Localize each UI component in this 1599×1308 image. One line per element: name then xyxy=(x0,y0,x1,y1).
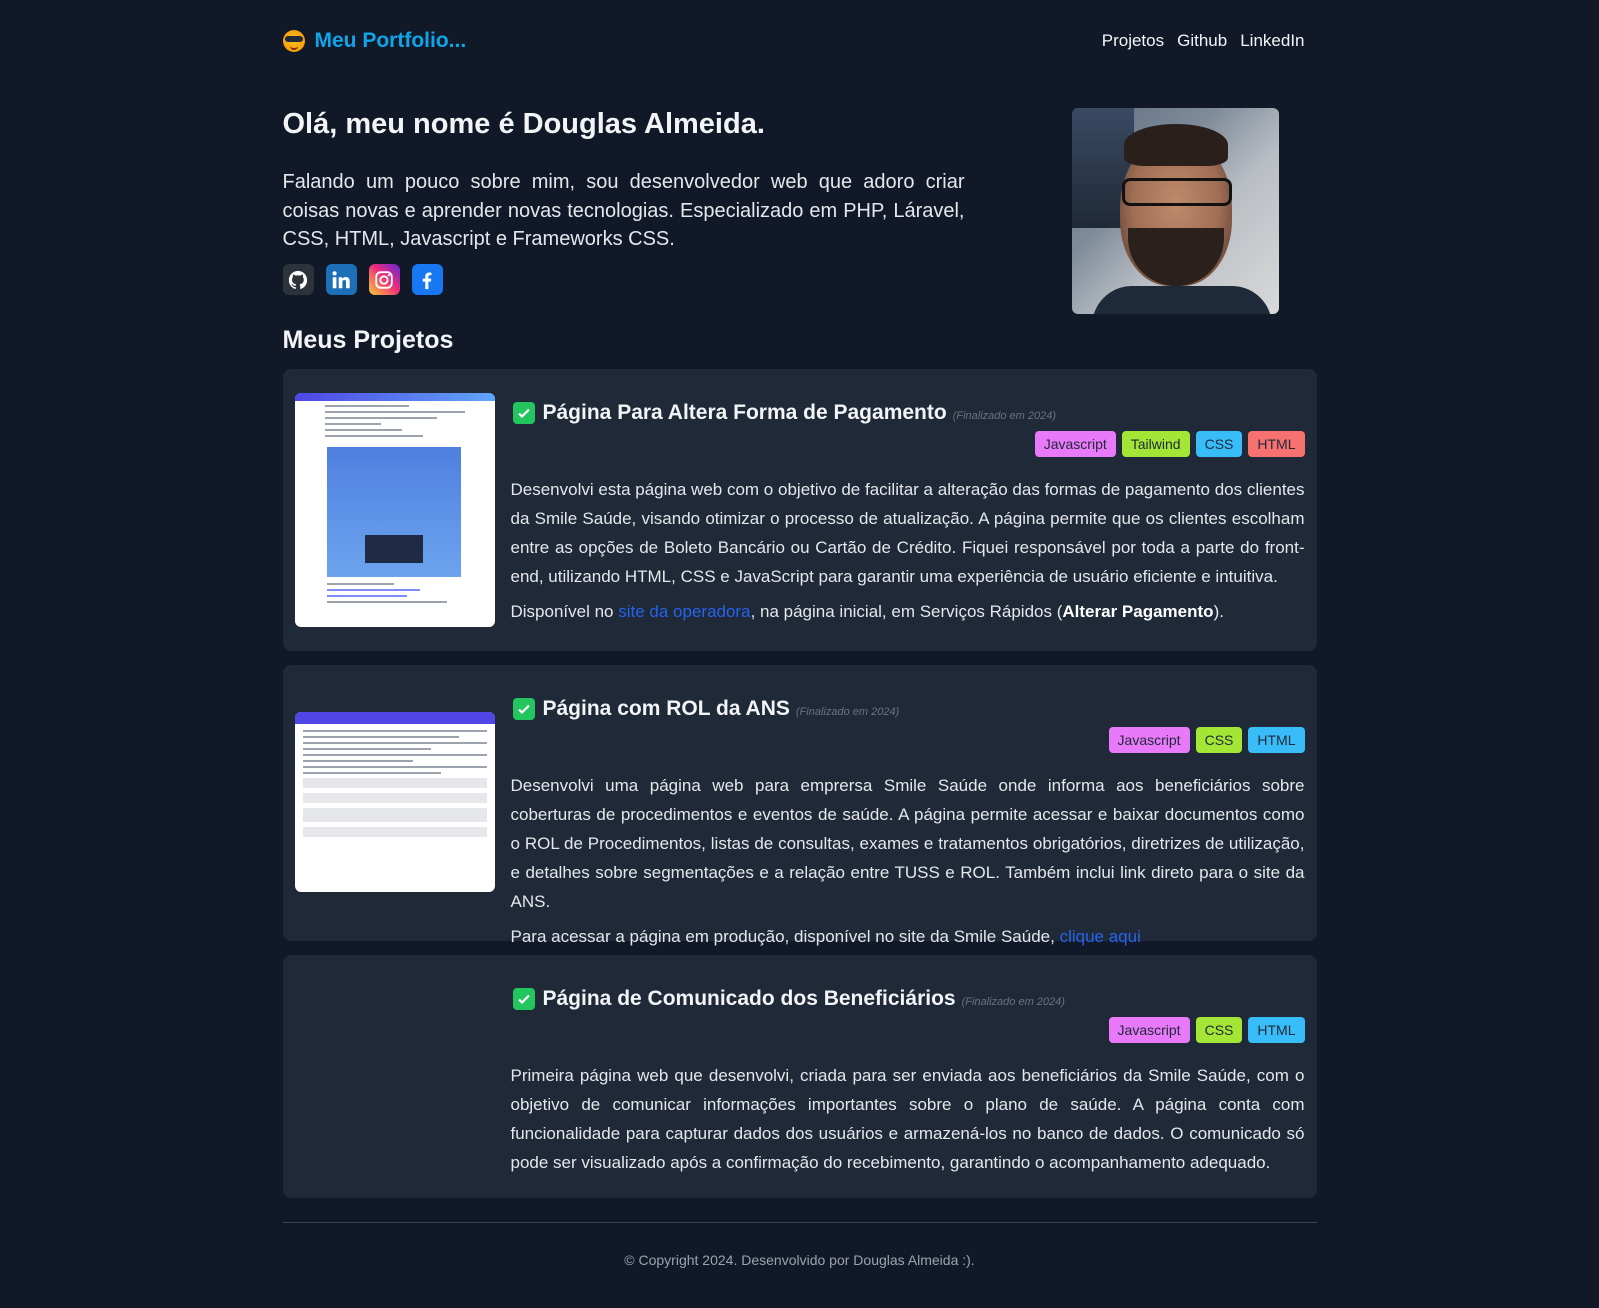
badge-html: HTML xyxy=(1248,1017,1305,1043)
badge-css: CSS xyxy=(1195,727,1243,753)
top-navbar: Meu Portfolio... Projetos Github LinkedI… xyxy=(282,0,1317,82)
hero-title: Olá, meu nome é Douglas Almeida. xyxy=(282,108,765,140)
project-description: Primeira página web que desenvolvi, cria… xyxy=(510,1066,1305,1172)
project-screenshot[interactable] xyxy=(294,393,495,627)
tech-badges: Javascript Tailwind CSS HTML xyxy=(511,431,1305,457)
footer-divider xyxy=(282,1222,1317,1223)
nav-link-projetos[interactable]: Projetos xyxy=(1102,31,1164,51)
project-availability: Para acessar a página em produção, dispo… xyxy=(511,922,1305,951)
tech-badges: Javascript CSS HTML xyxy=(511,727,1305,753)
project-status: (Finalizado em 2024) xyxy=(961,996,1065,1008)
clique-aqui-link[interactable]: clique aqui xyxy=(1060,927,1141,946)
badge-css: CSS xyxy=(1195,1017,1243,1043)
checkmark-icon xyxy=(512,988,535,1010)
badge-css: CSS xyxy=(1195,431,1243,457)
projects-list: Página Para Altera Forma de Pagamento (F… xyxy=(282,369,1317,1198)
checkmark-icon xyxy=(512,402,535,424)
badge-html: HTML xyxy=(1248,431,1305,457)
linkedin-icon[interactable] xyxy=(325,264,357,295)
nav-link-github[interactable]: Github xyxy=(1177,31,1227,51)
availability-prefix: Disponível no xyxy=(510,602,619,621)
social-links xyxy=(282,264,443,295)
badge-html: HTML xyxy=(1248,727,1305,753)
project-card: Página Para Altera Forma de Pagamento (F… xyxy=(282,369,1317,651)
badge-tailwind: Tailwind xyxy=(1121,431,1190,457)
about-text: Falando um pouco sobre mim, sou desenvol… xyxy=(282,171,965,250)
availability-prefix: Para acessar a página em produção, dispo… xyxy=(510,927,1060,946)
project-status: (Finalizado em 2024) xyxy=(952,410,1057,422)
projects-heading: Meus Projetos xyxy=(282,326,454,354)
tech-badges: Javascript CSS HTML xyxy=(511,1017,1305,1043)
profile-photo xyxy=(1071,108,1279,314)
main-nav: Projetos Github LinkedIn xyxy=(1102,31,1305,51)
footer-copyright: © Copyright 2024. Desenvolvido por Dougl… xyxy=(624,1252,975,1268)
alterar-pagamento-label: Alterar Pagamento xyxy=(1062,602,1214,621)
project-title: Página com ROL da ANS xyxy=(542,697,790,720)
project-title: Página de Comunicado dos Beneficiários xyxy=(542,987,956,1010)
badge-javascript: Javascript xyxy=(1108,1017,1190,1043)
instagram-icon[interactable] xyxy=(368,264,400,295)
nav-link-linkedin[interactable]: LinkedIn xyxy=(1240,31,1304,51)
project-description: Desenvolvi esta página web com o objetiv… xyxy=(510,480,1305,586)
badge-javascript: Javascript xyxy=(1034,431,1116,457)
badge-javascript: Javascript xyxy=(1108,727,1190,753)
project-card: Página de Comunicado dos Beneficiários (… xyxy=(282,955,1317,1198)
hero-section: Olá, meu nome é Douglas Almeida. Falando… xyxy=(282,82,1317,322)
availability-middle: , na página inicial, em Serviços Rápidos… xyxy=(750,602,1063,621)
project-status: (Finalizado em 2024) xyxy=(795,706,900,718)
project-title: Página Para Altera Forma de Pagamento xyxy=(542,401,947,424)
sunglasses-emoji-icon xyxy=(282,30,305,52)
availability-suffix: ). xyxy=(1213,602,1224,621)
project-screenshot[interactable] xyxy=(294,712,495,892)
github-icon[interactable] xyxy=(282,264,314,295)
checkmark-icon xyxy=(512,698,535,720)
project-description: Desenvolvi uma página web para emprersa … xyxy=(510,776,1305,911)
brand-name[interactable]: Meu Portfolio... xyxy=(315,29,467,53)
facebook-icon[interactable] xyxy=(411,264,443,295)
brand[interactable]: Meu Portfolio... xyxy=(282,29,467,53)
project-availability: Disponível no site da operadora, na pági… xyxy=(511,597,1305,626)
project-card: Página com ROL da ANS (Finalizado em 202… xyxy=(282,665,1317,946)
operator-site-link[interactable]: site da operadora xyxy=(618,602,750,621)
